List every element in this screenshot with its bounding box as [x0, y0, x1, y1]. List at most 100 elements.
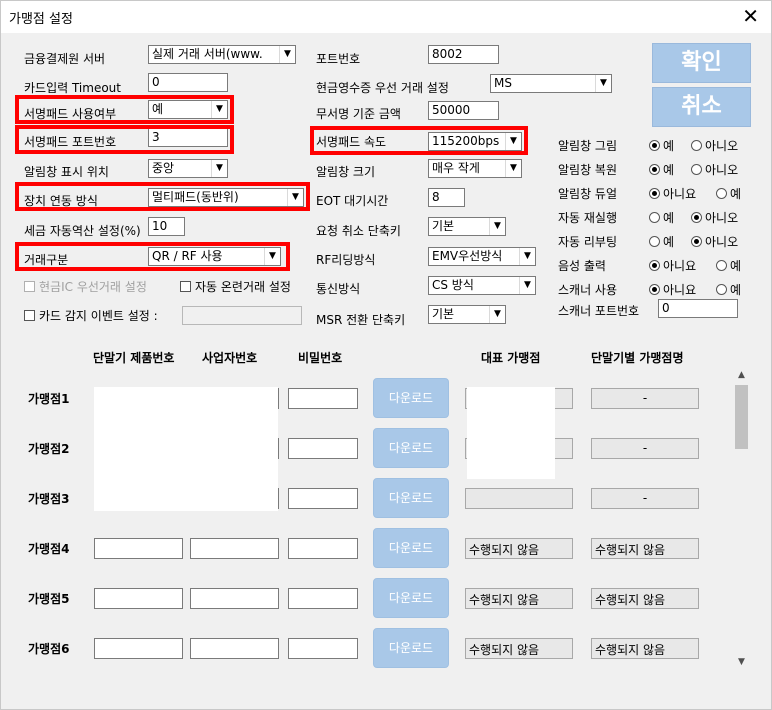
row-label: 가맹점3	[28, 492, 70, 506]
option-label: 스캐너 사용	[558, 283, 618, 297]
scroll-down-icon[interactable]: ▼	[733, 657, 750, 667]
port-input[interactable]: 8002	[428, 45, 499, 64]
radio-icon	[649, 164, 660, 175]
radio-icon	[716, 260, 727, 271]
radio-opt1[interactable]: 예	[649, 209, 674, 226]
pw-input[interactable]	[288, 388, 358, 409]
timeout-input[interactable]: 0	[148, 73, 228, 92]
nosign-input[interactable]: 50000	[428, 101, 499, 120]
card-event-input	[182, 306, 302, 325]
rep-merchant: 수행되지 않음	[465, 538, 573, 559]
cash-receipt-select[interactable]: MS ▼	[490, 74, 612, 93]
cancel-button[interactable]: 취소	[652, 87, 751, 127]
radio-icon	[649, 284, 660, 295]
ok-button[interactable]: 확인	[652, 43, 751, 83]
radio-opt2[interactable]: 예	[716, 281, 741, 298]
rf-label: RF리딩방식	[316, 253, 376, 267]
download-button[interactable]: 다운로드	[373, 478, 449, 518]
cancel-key-label: 요청 취소 단축키	[316, 224, 401, 238]
pw-input[interactable]	[288, 488, 358, 509]
radio-opt2[interactable]: 아니오	[691, 233, 738, 250]
download-button[interactable]: 다운로드	[373, 378, 449, 418]
redacted-area	[467, 387, 555, 479]
radio-opt1[interactable]: 아니요	[649, 257, 696, 274]
comm-select[interactable]: CS 방식 ▼	[428, 276, 536, 295]
biz-input[interactable]	[190, 588, 279, 609]
card-event-checkbox[interactable]: 카드 감지 이벤트 설정 :	[24, 307, 158, 324]
terminal-merchant-name: 수행되지 않음	[591, 638, 699, 659]
header-product: 단말기 제품번호	[93, 351, 175, 365]
radio-opt1[interactable]: 예	[649, 137, 674, 154]
rep-merchant: 수행되지 않음	[465, 638, 573, 659]
rep-merchant	[465, 488, 573, 509]
radio-opt2[interactable]: 아니오	[691, 137, 738, 154]
radio-label: 아니오	[705, 139, 739, 153]
alert-pos-label: 알림창 표시 위치	[24, 165, 109, 179]
pw-input[interactable]	[288, 538, 358, 559]
radio-label: 예	[730, 259, 742, 273]
pw-input[interactable]	[288, 438, 358, 459]
auto-trade-checkbox[interactable]: 자동 온련거래 설정	[180, 278, 291, 295]
row-label: 가맹점5	[28, 592, 70, 606]
terminal-merchant-name: -	[591, 488, 699, 509]
download-button[interactable]: 다운로드	[373, 628, 449, 668]
chevron-down-icon: ▼	[595, 75, 611, 92]
biz-input[interactable]	[190, 638, 279, 659]
radio-label: 예	[663, 139, 675, 153]
product-input[interactable]	[94, 588, 183, 609]
radio-icon	[691, 236, 702, 247]
radio-opt2[interactable]: 아니오	[691, 209, 738, 226]
alert-size-select[interactable]: 매우 작게 ▼	[428, 159, 522, 178]
radio-opt2[interactable]: 예	[716, 185, 741, 202]
radio-icon	[649, 140, 660, 151]
download-button[interactable]: 다운로드	[373, 578, 449, 618]
row-label: 가맹점2	[28, 442, 70, 456]
server-label: 금융결제원 서버	[24, 52, 106, 66]
download-button[interactable]: 다운로드	[373, 528, 449, 568]
server-select[interactable]: 실제 거래 서버(www. ▼	[148, 45, 296, 64]
radio-icon	[691, 140, 702, 151]
alert-pos-select[interactable]: 중앙 ▼	[148, 159, 228, 178]
tax-input[interactable]: 10	[148, 217, 185, 236]
scroll-up-icon[interactable]: ▲	[733, 370, 750, 380]
header-biz: 사업자번호	[202, 351, 258, 365]
pw-input[interactable]	[288, 588, 358, 609]
radio-opt1[interactable]: 아니요	[649, 281, 696, 298]
eot-input[interactable]: 8	[428, 188, 465, 207]
terminal-merchant-name: -	[591, 438, 699, 459]
msr-select[interactable]: 기본 ▼	[428, 305, 506, 324]
settings-window: 가맹점 설정 ✕ 확인 취소 금융결제원 서버 실제 거래 서버(www. ▼ 카…	[0, 0, 772, 710]
highlight-box	[310, 126, 528, 155]
terminal-merchant-name: 수행되지 않음	[591, 588, 699, 609]
msr-label: MSR 전환 단축키	[316, 313, 406, 327]
radio-opt1[interactable]: 예	[649, 161, 674, 178]
radio-opt2[interactable]: 아니오	[691, 161, 738, 178]
option-label: 알림창 그림	[558, 139, 618, 153]
radio-opt1[interactable]: 예	[649, 233, 674, 250]
scrollbar-thumb[interactable]	[735, 385, 748, 449]
chevron-down-icon: ▼	[279, 46, 295, 63]
product-input[interactable]	[94, 638, 183, 659]
option-label: 자동 재실행	[558, 211, 618, 225]
radio-label: 예	[730, 283, 742, 297]
biz-input[interactable]	[190, 538, 279, 559]
highlight-box	[15, 95, 234, 124]
cancel-key-select[interactable]: 기본 ▼	[428, 217, 506, 236]
download-button[interactable]: 다운로드	[373, 428, 449, 468]
radio-icon	[716, 188, 727, 199]
tax-label: 세금 자동역산 설정(%)	[24, 224, 141, 238]
close-icon[interactable]: ✕	[742, 4, 759, 28]
radio-icon	[649, 212, 660, 223]
title-bar: 가맹점 설정 ✕	[1, 1, 771, 33]
rf-select[interactable]: EMV우선방식 ▼	[428, 247, 536, 266]
scanner-port-input[interactable]: 0	[658, 299, 738, 318]
header-rep: 대표 가맹점	[481, 351, 541, 365]
radio-opt2[interactable]: 예	[716, 257, 741, 274]
row-label: 가맹점6	[28, 642, 70, 656]
radio-opt1[interactable]: 아니요	[649, 185, 696, 202]
terminal-merchant-name: 수행되지 않음	[591, 538, 699, 559]
highlight-box	[15, 242, 290, 271]
product-input[interactable]	[94, 538, 183, 559]
pw-input[interactable]	[288, 638, 358, 659]
radio-icon	[649, 188, 660, 199]
